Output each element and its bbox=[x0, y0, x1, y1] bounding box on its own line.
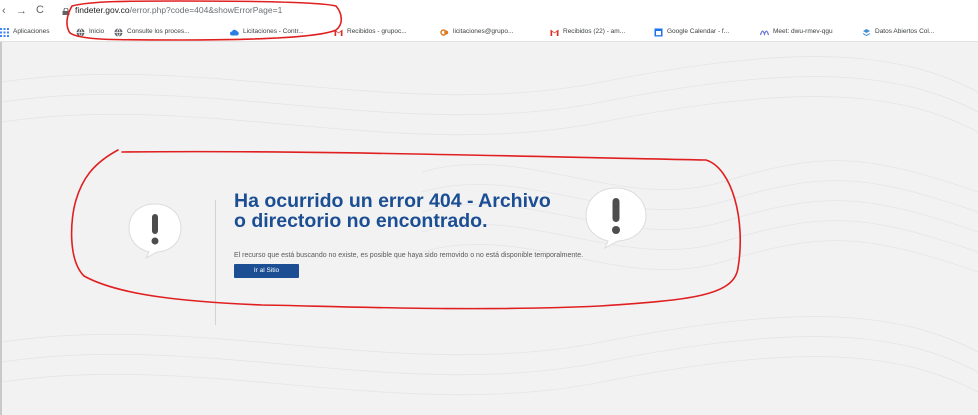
bookmark-label: Aplicaciones bbox=[13, 28, 50, 35]
error-description: El recurso que está buscando no existe, … bbox=[234, 252, 584, 259]
url-domain: findeter.gov.co bbox=[75, 5, 130, 15]
bookmark-licitaciones[interactable]: Licitaciones - Contr... bbox=[230, 27, 304, 37]
bookmark-label: Inicio bbox=[89, 28, 105, 35]
error-title-line2: o directorio no encontrado. bbox=[234, 210, 488, 232]
lock-icon[interactable] bbox=[62, 8, 70, 15]
meet-icon bbox=[760, 29, 769, 36]
forward-button[interactable]: → bbox=[16, 6, 27, 17]
bookmark-label: Google Calendar - f... bbox=[667, 28, 730, 35]
apps-grid-icon bbox=[0, 27, 9, 37]
globe-icon bbox=[76, 27, 85, 37]
error-title-line1: Ha ocurrido un error 404 - Archivo bbox=[234, 190, 551, 212]
data-icon bbox=[862, 28, 871, 36]
bookmark-label: Consulte los proces... bbox=[127, 28, 190, 35]
reload-button[interactable]: C bbox=[36, 5, 44, 16]
globe-icon bbox=[114, 27, 123, 37]
bookmark-meet[interactable]: Meet: dwu-rmev-qgu bbox=[760, 27, 833, 37]
bookmark-label: Recibidos (22) - am... bbox=[563, 28, 626, 35]
bookmark-label: Recibidos - grupoc... bbox=[347, 28, 407, 35]
page-title: Ha ocurrido un error 404 - Archivo o dir… bbox=[234, 191, 594, 231]
browser-window: ‹ → C findeter.gov.co/error.php?code=404… bbox=[0, 0, 978, 415]
bookmark-label: Meet: dwu-rmev-qgu bbox=[773, 28, 833, 35]
bookmark-label: Datos Abiertos Col... bbox=[875, 28, 935, 35]
back-button[interactable]: ‹ bbox=[2, 6, 6, 17]
bookmark-apps[interactable]: Aplicaciones bbox=[0, 27, 50, 37]
calendar-icon bbox=[654, 28, 663, 36]
url-field[interactable]: findeter.gov.co/error.php?code=404&showE… bbox=[75, 5, 282, 15]
bookmark-consulte[interactable]: Consulte los proces... bbox=[114, 27, 190, 37]
bookmark-inicio[interactable]: Inicio bbox=[76, 27, 104, 37]
bookmarks-bar: Aplicaciones Inicio Consulte los proces.… bbox=[0, 22, 978, 42]
gmail-icon bbox=[334, 29, 343, 36]
alert-speech-bubble-icon bbox=[128, 203, 182, 260]
bookmark-label: licitaciones@grupo... bbox=[453, 28, 514, 35]
bookmark-licitaciones-grupo[interactable]: licitaciones@grupo... bbox=[440, 27, 513, 37]
bookmark-google-calendar[interactable]: Google Calendar - f... bbox=[654, 27, 729, 37]
bookmark-datos-abiertos[interactable]: Datos Abiertos Col... bbox=[862, 27, 934, 37]
cloud-icon bbox=[230, 29, 239, 35]
url-path: /error.php?code=404&showErrorPage=1 bbox=[129, 5, 283, 15]
gmail-icon bbox=[550, 29, 559, 36]
mail-link-icon bbox=[440, 28, 449, 36]
bookmark-recibidos-am[interactable]: Recibidos (22) - am... bbox=[550, 27, 625, 37]
bookmark-recibidos-grupoc[interactable]: Recibidos - grupoc... bbox=[334, 27, 407, 37]
alert-speech-bubble-icon bbox=[585, 187, 647, 250]
address-bar: ‹ → C findeter.gov.co/error.php?code=404… bbox=[0, 0, 978, 22]
go-to-site-button[interactable]: Ir al Sitio bbox=[234, 264, 299, 278]
bookmark-label: Licitaciones - Contr... bbox=[243, 28, 304, 35]
vertical-divider bbox=[215, 200, 216, 325]
